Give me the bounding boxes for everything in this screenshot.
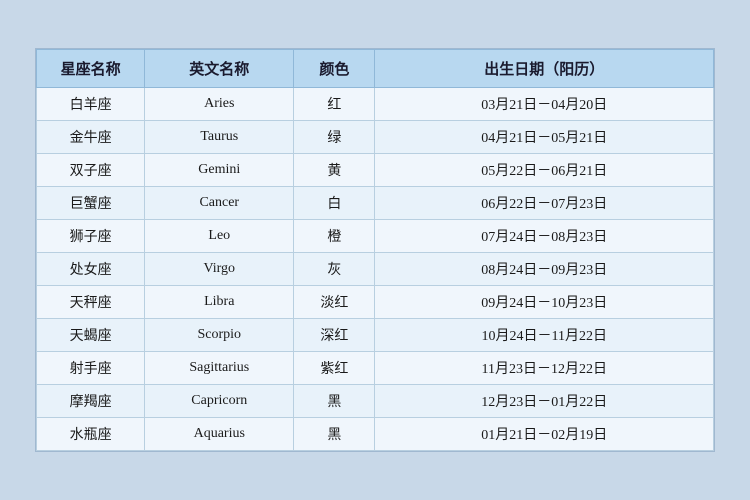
cell-color: 白 [294,187,375,220]
cell-color: 黄 [294,154,375,187]
header-zh: 星座名称 [37,50,145,88]
cell-date: 09月24日－10月23日 [375,286,714,319]
cell-date: 01月21日－02月19日 [375,418,714,451]
cell-en: Aries [145,88,294,121]
cell-color: 黑 [294,418,375,451]
cell-date: 05月22日－06月21日 [375,154,714,187]
header-en: 英文名称 [145,50,294,88]
cell-en: Taurus [145,121,294,154]
table-row: 摩羯座Capricorn黑12月23日－01月22日 [37,385,714,418]
cell-en: Aquarius [145,418,294,451]
cell-zh: 水瓶座 [37,418,145,451]
table-row: 处女座Virgo灰08月24日－09月23日 [37,253,714,286]
cell-date: 12月23日－01月22日 [375,385,714,418]
cell-en: Leo [145,220,294,253]
cell-en: Virgo [145,253,294,286]
cell-zh: 天蝎座 [37,319,145,352]
cell-zh: 射手座 [37,352,145,385]
cell-en: Capricorn [145,385,294,418]
table-row: 射手座Sagittarius紫红11月23日－12月22日 [37,352,714,385]
header-date: 出生日期（阳历） [375,50,714,88]
table-row: 水瓶座Aquarius黑01月21日－02月19日 [37,418,714,451]
cell-color: 深红 [294,319,375,352]
cell-en: Gemini [145,154,294,187]
table-row: 天蝎座Scorpio深红10月24日－11月22日 [37,319,714,352]
cell-zh: 摩羯座 [37,385,145,418]
cell-zh: 金牛座 [37,121,145,154]
cell-color: 淡红 [294,286,375,319]
cell-date: 06月22日－07月23日 [375,187,714,220]
cell-color: 紫红 [294,352,375,385]
table-row: 双子座Gemini黄05月22日－06月21日 [37,154,714,187]
cell-en: Scorpio [145,319,294,352]
cell-date: 11月23日－12月22日 [375,352,714,385]
zodiac-table-container: 星座名称 英文名称 颜色 出生日期（阳历） 白羊座Aries红03月21日－04… [35,48,715,452]
cell-color: 红 [294,88,375,121]
cell-date: 10月24日－11月22日 [375,319,714,352]
cell-zh: 双子座 [37,154,145,187]
cell-color: 黑 [294,385,375,418]
cell-date: 07月24日－08月23日 [375,220,714,253]
table-header-row: 星座名称 英文名称 颜色 出生日期（阳历） [37,50,714,88]
cell-en: Libra [145,286,294,319]
cell-date: 04月21日－05月21日 [375,121,714,154]
cell-date: 03月21日－04月20日 [375,88,714,121]
cell-color: 橙 [294,220,375,253]
table-row: 狮子座Leo橙07月24日－08月23日 [37,220,714,253]
cell-zh: 白羊座 [37,88,145,121]
cell-color: 绿 [294,121,375,154]
cell-color: 灰 [294,253,375,286]
cell-zh: 处女座 [37,253,145,286]
cell-zh: 天秤座 [37,286,145,319]
cell-en: Sagittarius [145,352,294,385]
header-color: 颜色 [294,50,375,88]
table-row: 白羊座Aries红03月21日－04月20日 [37,88,714,121]
cell-en: Cancer [145,187,294,220]
table-row: 金牛座Taurus绿04月21日－05月21日 [37,121,714,154]
zodiac-table: 星座名称 英文名称 颜色 出生日期（阳历） 白羊座Aries红03月21日－04… [36,49,714,451]
table-row: 天秤座Libra淡红09月24日－10月23日 [37,286,714,319]
cell-zh: 狮子座 [37,220,145,253]
cell-zh: 巨蟹座 [37,187,145,220]
table-body: 白羊座Aries红03月21日－04月20日金牛座Taurus绿04月21日－0… [37,88,714,451]
cell-date: 08月24日－09月23日 [375,253,714,286]
table-row: 巨蟹座Cancer白06月22日－07月23日 [37,187,714,220]
